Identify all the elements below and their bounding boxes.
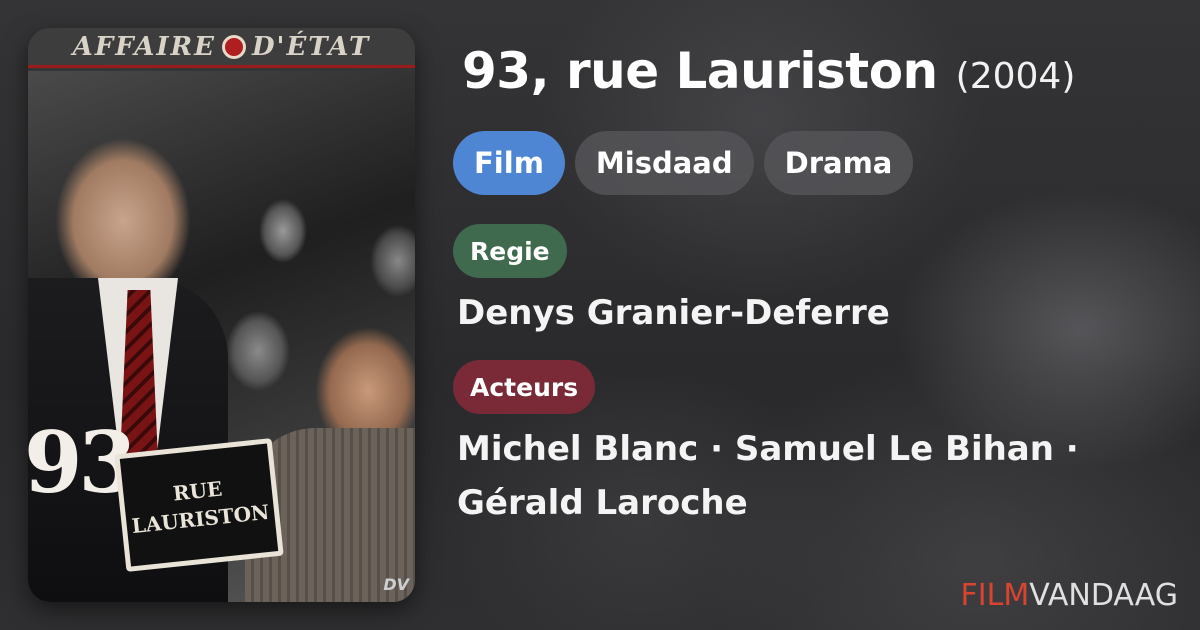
- poster-dvd-logo: DV: [383, 575, 409, 594]
- poster-banner-left: AFFAIRE: [72, 31, 216, 62]
- chip-misdaad[interactable]: Misdaad: [574, 131, 754, 195]
- poster-banner: AFFAIRE D'ÉTAT: [28, 28, 415, 68]
- actors-list[interactable]: Michel Blanc · Samuel Le Bihan · Gérald …: [457, 422, 1097, 530]
- title-row: 93, rue Lauriston (2004): [462, 42, 1075, 100]
- brand-logo[interactable]: FILMVANDAAG: [961, 578, 1178, 613]
- chip-film[interactable]: Film: [453, 131, 565, 195]
- poster-sign-line2: LAURISTON: [130, 499, 271, 539]
- genre-chips: Film Misdaad Drama: [453, 131, 914, 195]
- movie-poster[interactable]: AFFAIRE D'ÉTAT 93 RUE LAURISTON DV: [28, 28, 415, 602]
- poster-street-sign: RUE LAURISTON: [114, 438, 284, 572]
- director-name[interactable]: Denys Granier-Deferre: [457, 286, 890, 340]
- movie-title: 93, rue Lauriston: [462, 42, 938, 100]
- brand-logo-part2: VANDAAG: [1029, 578, 1178, 613]
- director-label: Regie: [453, 224, 567, 278]
- movie-year: (2004): [955, 56, 1076, 97]
- poster-sign-line1: RUE: [171, 476, 224, 506]
- seal-icon: [221, 34, 246, 59]
- chip-drama[interactable]: Drama: [763, 131, 914, 195]
- brand-logo-part1: FILM: [960, 578, 1030, 613]
- poster-banner-right: D'ÉTAT: [251, 31, 371, 62]
- actors-label: Acteurs: [453, 360, 596, 414]
